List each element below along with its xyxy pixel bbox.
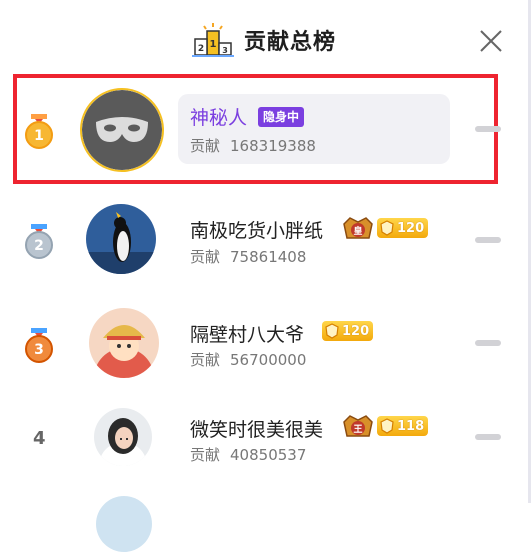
- more-handle[interactable]: [475, 434, 501, 440]
- svg-text:王: 王: [353, 424, 362, 435]
- invisible-status-badge: 隐身中: [258, 107, 305, 127]
- crest-icon: [325, 323, 339, 339]
- crown-badge-icon: 皇: [343, 217, 373, 239]
- title-group: 1 2 3 贡献总榜: [192, 20, 336, 60]
- level-badge: 120: [377, 218, 429, 238]
- user-badges: 皇 120: [342, 214, 429, 242]
- svg-text:皇: 皇: [353, 225, 362, 237]
- contribution-value: 56700000: [230, 351, 307, 369]
- penguin-avatar[interactable]: [86, 204, 156, 274]
- crown-badge-icon: 王: [343, 415, 373, 437]
- mystery-mask-avatar[interactable]: [80, 88, 164, 172]
- silver-medal-icon: 2: [25, 224, 53, 259]
- user-name: 神秘人: [190, 107, 248, 129]
- contribution-label: 贡献: [190, 248, 221, 266]
- page-title: 贡献总榜: [244, 30, 337, 55]
- user-name: 南极吃货小胖纸: [190, 220, 324, 242]
- contribution-line: 贡献 56700000: [190, 349, 306, 370]
- rank-number: 3: [34, 342, 44, 358]
- contribution-label: 贡献: [190, 137, 221, 155]
- contribution-value: 75861408: [230, 248, 307, 266]
- gold-medal-icon: 1: [25, 114, 53, 149]
- level-badge: 118: [377, 416, 429, 436]
- more-handle[interactable]: [475, 237, 501, 243]
- contribution-line: 贡献 40850537: [190, 444, 306, 465]
- level-number: 120: [397, 220, 425, 236]
- user-name: 隔壁村八大爷: [190, 324, 305, 346]
- leaderboard-header: 1 2 3 贡献总榜: [0, 0, 531, 74]
- contribution-label: 贡献: [190, 446, 221, 464]
- level-badge: 120: [322, 321, 374, 341]
- svg-text:2: 2: [198, 44, 204, 54]
- avatar[interactable]: [96, 496, 152, 552]
- crest-icon: [380, 220, 394, 236]
- contribution-line: 贡献 168319388: [190, 135, 316, 156]
- contribution-label: 贡献: [190, 351, 221, 369]
- user-badges: 王 118: [342, 412, 429, 440]
- bronze-medal-icon: 3: [25, 328, 53, 363]
- level-number: 118: [397, 418, 425, 434]
- podium-icon: 1 2 3: [192, 23, 234, 57]
- contribution-value: 40850537: [230, 446, 307, 464]
- user-name: 微笑时很美很美: [190, 419, 324, 441]
- rank-number: 2: [34, 238, 44, 254]
- rank-number: 4: [33, 428, 46, 449]
- close-icon[interactable]: [478, 28, 504, 54]
- user-badges: 120: [322, 321, 374, 341]
- svg-text:1: 1: [210, 39, 217, 50]
- crest-icon: [380, 418, 394, 434]
- rank-number: 1: [34, 128, 44, 144]
- girl-avatar[interactable]: [94, 408, 152, 466]
- more-handle[interactable]: [475, 340, 501, 346]
- level-number: 120: [342, 323, 370, 339]
- svg-text:3: 3: [222, 46, 228, 55]
- cartoon-avatar[interactable]: [89, 308, 159, 378]
- contribution-line: 贡献 75861408: [190, 246, 306, 267]
- more-handle[interactable]: [475, 126, 501, 132]
- contribution-value: 168319388: [230, 137, 316, 155]
